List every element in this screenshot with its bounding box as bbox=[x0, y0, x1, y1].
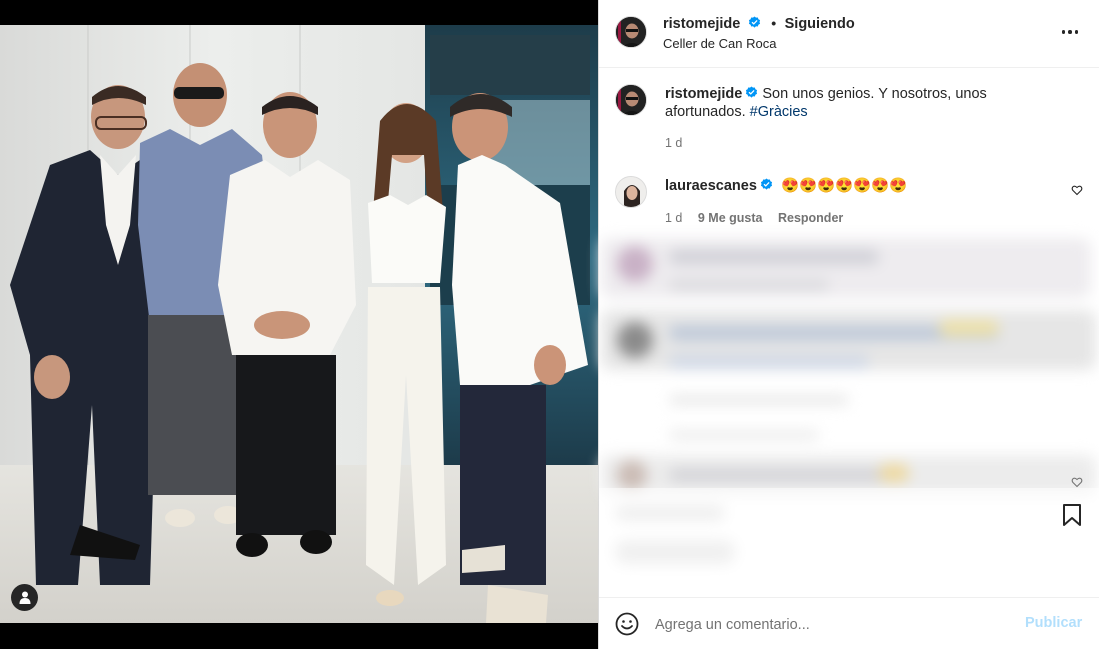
reply-button[interactable]: Responder bbox=[778, 211, 843, 225]
post-side-panel: ristomejide • Siguiendo Celler de Can Ro… bbox=[598, 0, 1099, 649]
comment-author-avatar[interactable] bbox=[615, 176, 647, 208]
blurred-avatar bbox=[617, 460, 647, 490]
caption-hashtag[interactable]: #Gràcies bbox=[750, 104, 808, 120]
verified-badge-icon bbox=[746, 86, 758, 98]
post-photo-panel bbox=[0, 0, 598, 649]
more-options-button[interactable] bbox=[1059, 22, 1081, 42]
verified-badge-icon bbox=[748, 16, 760, 28]
following-button[interactable]: Siguiendo bbox=[785, 16, 855, 32]
post-modal: ristomejide • Siguiendo Celler de Can Ro… bbox=[0, 0, 1099, 649]
blurred-text bbox=[669, 355, 869, 369]
caption-author-username[interactable]: ristomejide bbox=[665, 86, 742, 102]
post-header: ristomejide • Siguiendo Celler de Can Ro… bbox=[599, 0, 1099, 68]
heart-icon[interactable] bbox=[1071, 476, 1083, 488]
author-avatar[interactable] bbox=[615, 16, 647, 48]
caption-author-avatar[interactable] bbox=[615, 84, 647, 116]
tagged-user-icon bbox=[19, 591, 30, 604]
blurred-text bbox=[669, 250, 879, 264]
blurred-text bbox=[669, 395, 849, 405]
comment-text: 😍😍😍😍😍😍😍 bbox=[780, 178, 908, 194]
comment-input[interactable] bbox=[655, 614, 1015, 636]
comment-age: 1 d bbox=[665, 211, 683, 225]
emoji-icon[interactable] bbox=[615, 612, 639, 636]
author-username[interactable]: ristomejide bbox=[663, 16, 740, 32]
post-photo bbox=[0, 25, 598, 623]
blurred-avatar bbox=[617, 322, 653, 358]
action-bar-overlay bbox=[599, 488, 1099, 597]
comment-likes[interactable]: 9 Me gusta bbox=[698, 211, 763, 225]
caption-age: 1 d bbox=[665, 136, 683, 150]
verified-badge-icon bbox=[760, 178, 772, 190]
blurred-emoji bbox=[939, 320, 999, 336]
comment-meta: 1 d 9 Me gusta Responder bbox=[665, 211, 843, 225]
post-caption: ristomejide Son unos genios. Y nosotros,… bbox=[665, 85, 1025, 121]
tagged-users-button[interactable] bbox=[11, 584, 38, 611]
separator-dot: • bbox=[771, 15, 777, 31]
publish-button[interactable]: Publicar bbox=[1025, 615, 1082, 631]
comment-author-username[interactable]: lauraescanes bbox=[665, 178, 757, 194]
blurred-avatar bbox=[617, 246, 653, 282]
post-location[interactable]: Celler de Can Roca bbox=[663, 36, 776, 51]
blurred-text bbox=[669, 280, 829, 290]
comment-composer: Publicar bbox=[599, 597, 1099, 649]
bookmark-icon[interactable] bbox=[1061, 503, 1083, 527]
comment-item: lauraescanes 😍😍😍😍😍😍😍 bbox=[665, 177, 907, 195]
blurred-text bbox=[669, 430, 819, 440]
blurred-emoji bbox=[879, 464, 909, 482]
more-options-icon bbox=[1061, 30, 1066, 34]
blurred-text bbox=[669, 468, 909, 482]
heart-icon[interactable] bbox=[1071, 184, 1083, 196]
